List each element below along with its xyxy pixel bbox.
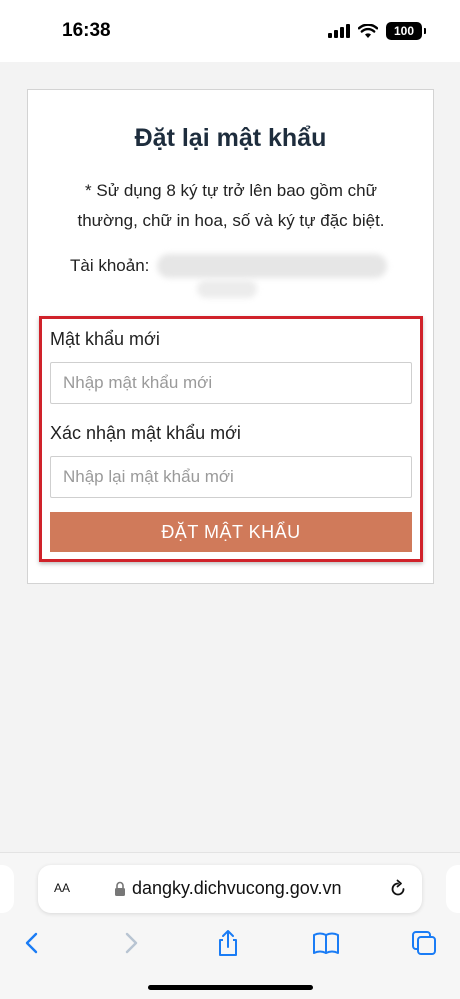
share-icon[interactable] (214, 929, 242, 957)
aa-label: AA (54, 881, 71, 895)
set-password-button[interactable]: ĐẶT MẬT KHẨU (50, 512, 412, 552)
account-label: Tài khoản: (70, 256, 150, 275)
password-requirements-note: * Sử dụng 8 ký tự trở lên bao gồm chữ th… (77, 181, 385, 230)
reload-icon[interactable] (388, 879, 408, 899)
new-password-label: Mật khẩu mới (50, 329, 160, 349)
password-form-highlight: Mật khẩu mới Xác nhận mật khẩu mới ĐẶT M… (39, 316, 423, 562)
lock-icon (115, 881, 125, 896)
tabs-icon[interactable] (410, 929, 438, 957)
reader-options-button[interactable]: AA (54, 879, 70, 897)
account-value-redacted (157, 252, 388, 302)
previous-tab-peek[interactable] (0, 865, 14, 913)
forward-icon[interactable] (117, 929, 145, 957)
confirm-password-label: Xác nhận mật khẩu mới (50, 423, 241, 443)
status-icons: 100 (328, 22, 426, 40)
browser-bottom-bar: AA dangky.dichvucong.gov.vn (0, 852, 460, 999)
page-title: Đặt lại mật khẩu (134, 124, 327, 152)
status-bar: 16:38 100 (0, 0, 460, 62)
cellular-signal-icon (328, 24, 350, 38)
next-tab-peek[interactable] (446, 865, 460, 913)
back-icon[interactable] (18, 929, 46, 957)
status-time: 16:38 (62, 20, 111, 41)
bookmarks-icon[interactable] (312, 929, 340, 957)
confirm-password-input[interactable] (50, 456, 412, 498)
battery-icon: 100 (386, 22, 426, 40)
wifi-icon (358, 23, 378, 38)
account-row: Tài khoản: (70, 252, 388, 302)
url-text: dangky.dichvucong.gov.vn (132, 878, 342, 898)
new-password-input[interactable] (50, 362, 412, 404)
browser-toolbar (0, 923, 460, 963)
address-bar[interactable]: AA dangky.dichvucong.gov.vn (38, 865, 422, 913)
home-indicator (148, 985, 313, 990)
